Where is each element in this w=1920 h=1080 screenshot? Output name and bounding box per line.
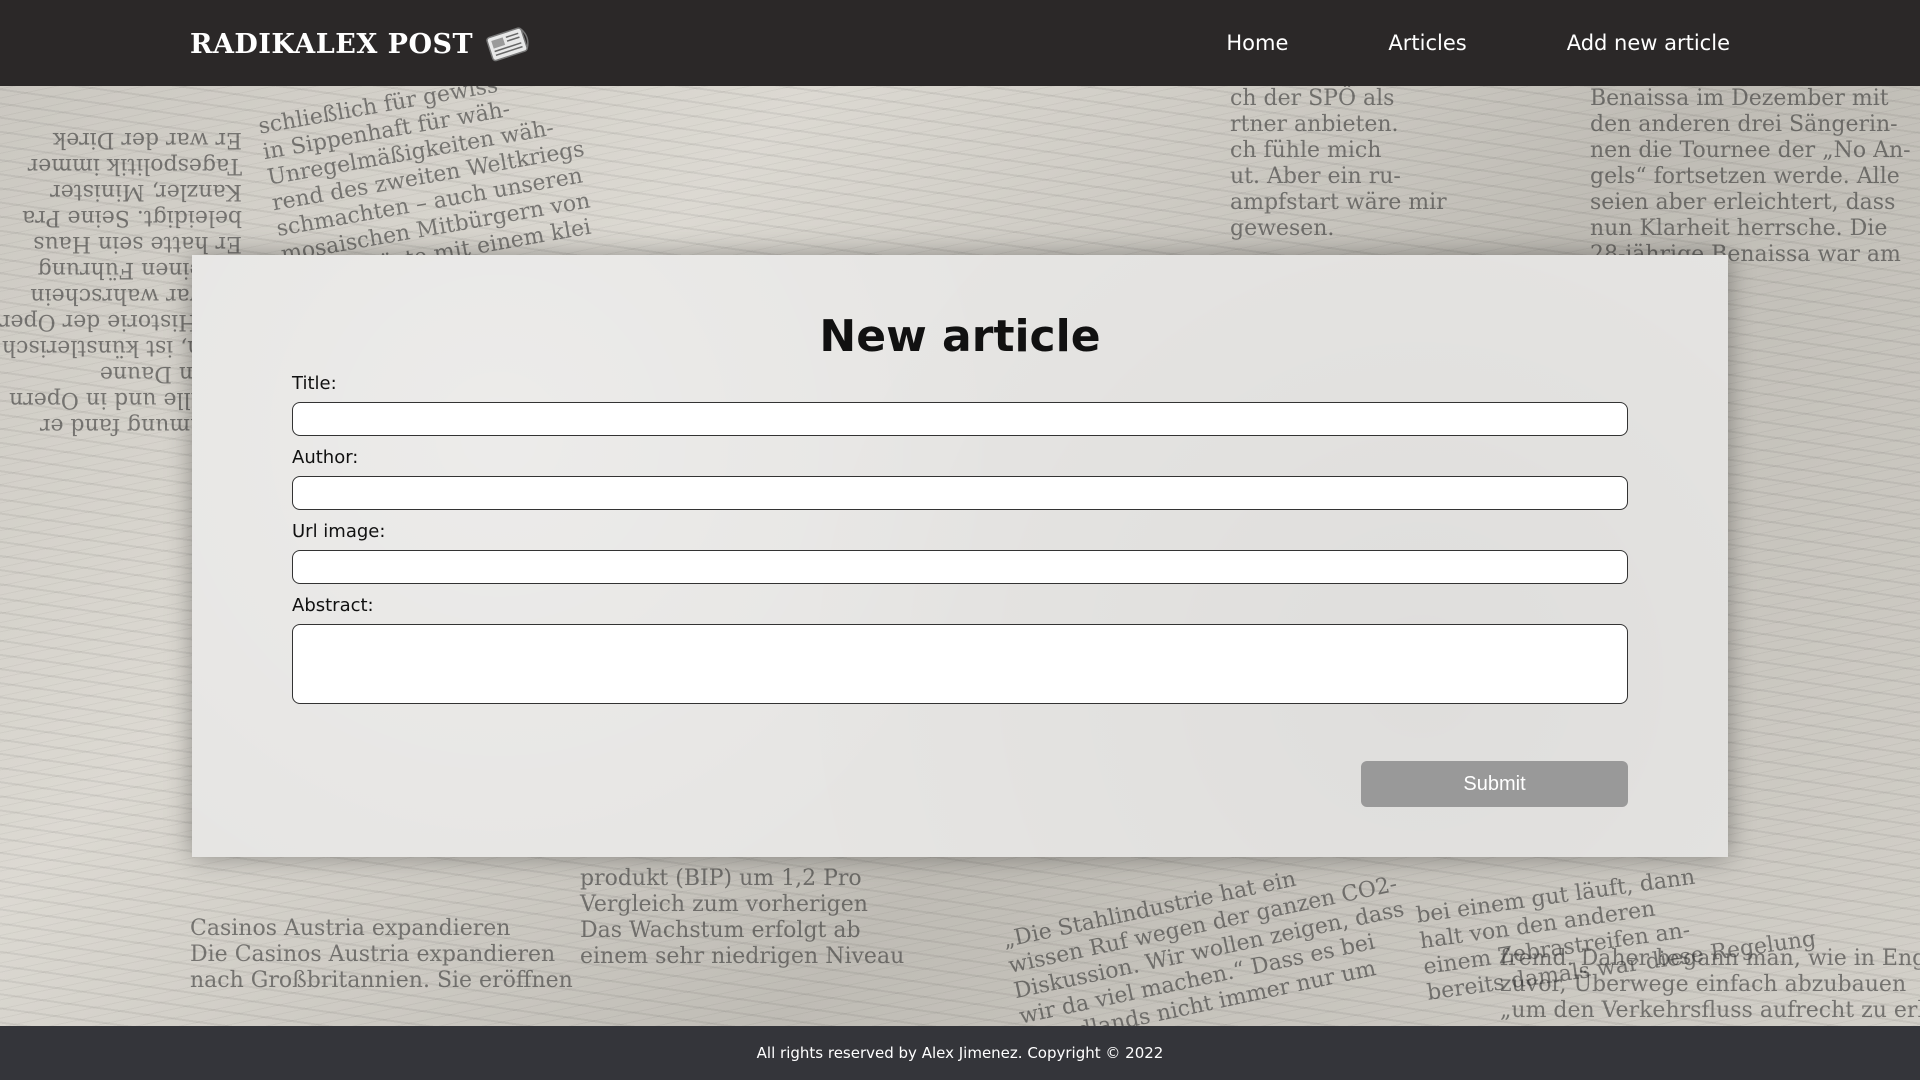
nav-links: Home Articles Add new article	[1126, 0, 1730, 86]
submit-button[interactable]: Submit	[1361, 761, 1628, 807]
url-image-input[interactable]	[292, 550, 1628, 584]
brand-title: RADIKALEX POST	[190, 28, 474, 60]
nav-home[interactable]: Home	[1226, 31, 1288, 55]
abstract-textarea[interactable]	[292, 624, 1628, 704]
new-article-card: New article Title: Author: Url image: Ab…	[192, 255, 1728, 857]
author-input[interactable]	[292, 476, 1628, 510]
brand[interactable]: RADIKALEX POST	[190, 24, 533, 64]
footer-copyright: All rights reserved by Alex Jimenez. Cop…	[756, 1044, 1164, 1062]
nav-articles[interactable]: Articles	[1388, 31, 1466, 55]
footer: All rights reserved by Alex Jimenez. Cop…	[0, 1026, 1920, 1080]
navbar: RADIKALEX POST Home Articles Add new art…	[0, 0, 1920, 86]
abstract-label: Abstract:	[292, 595, 374, 616]
nav-add-new-article[interactable]: Add new article	[1567, 31, 1730, 55]
author-label: Author:	[292, 447, 359, 468]
page-title: New article	[819, 311, 1101, 362]
title-input[interactable]	[292, 402, 1628, 436]
newspaper-icon	[486, 27, 529, 62]
url-image-label: Url image:	[292, 521, 386, 542]
title-label: Title:	[292, 373, 337, 394]
